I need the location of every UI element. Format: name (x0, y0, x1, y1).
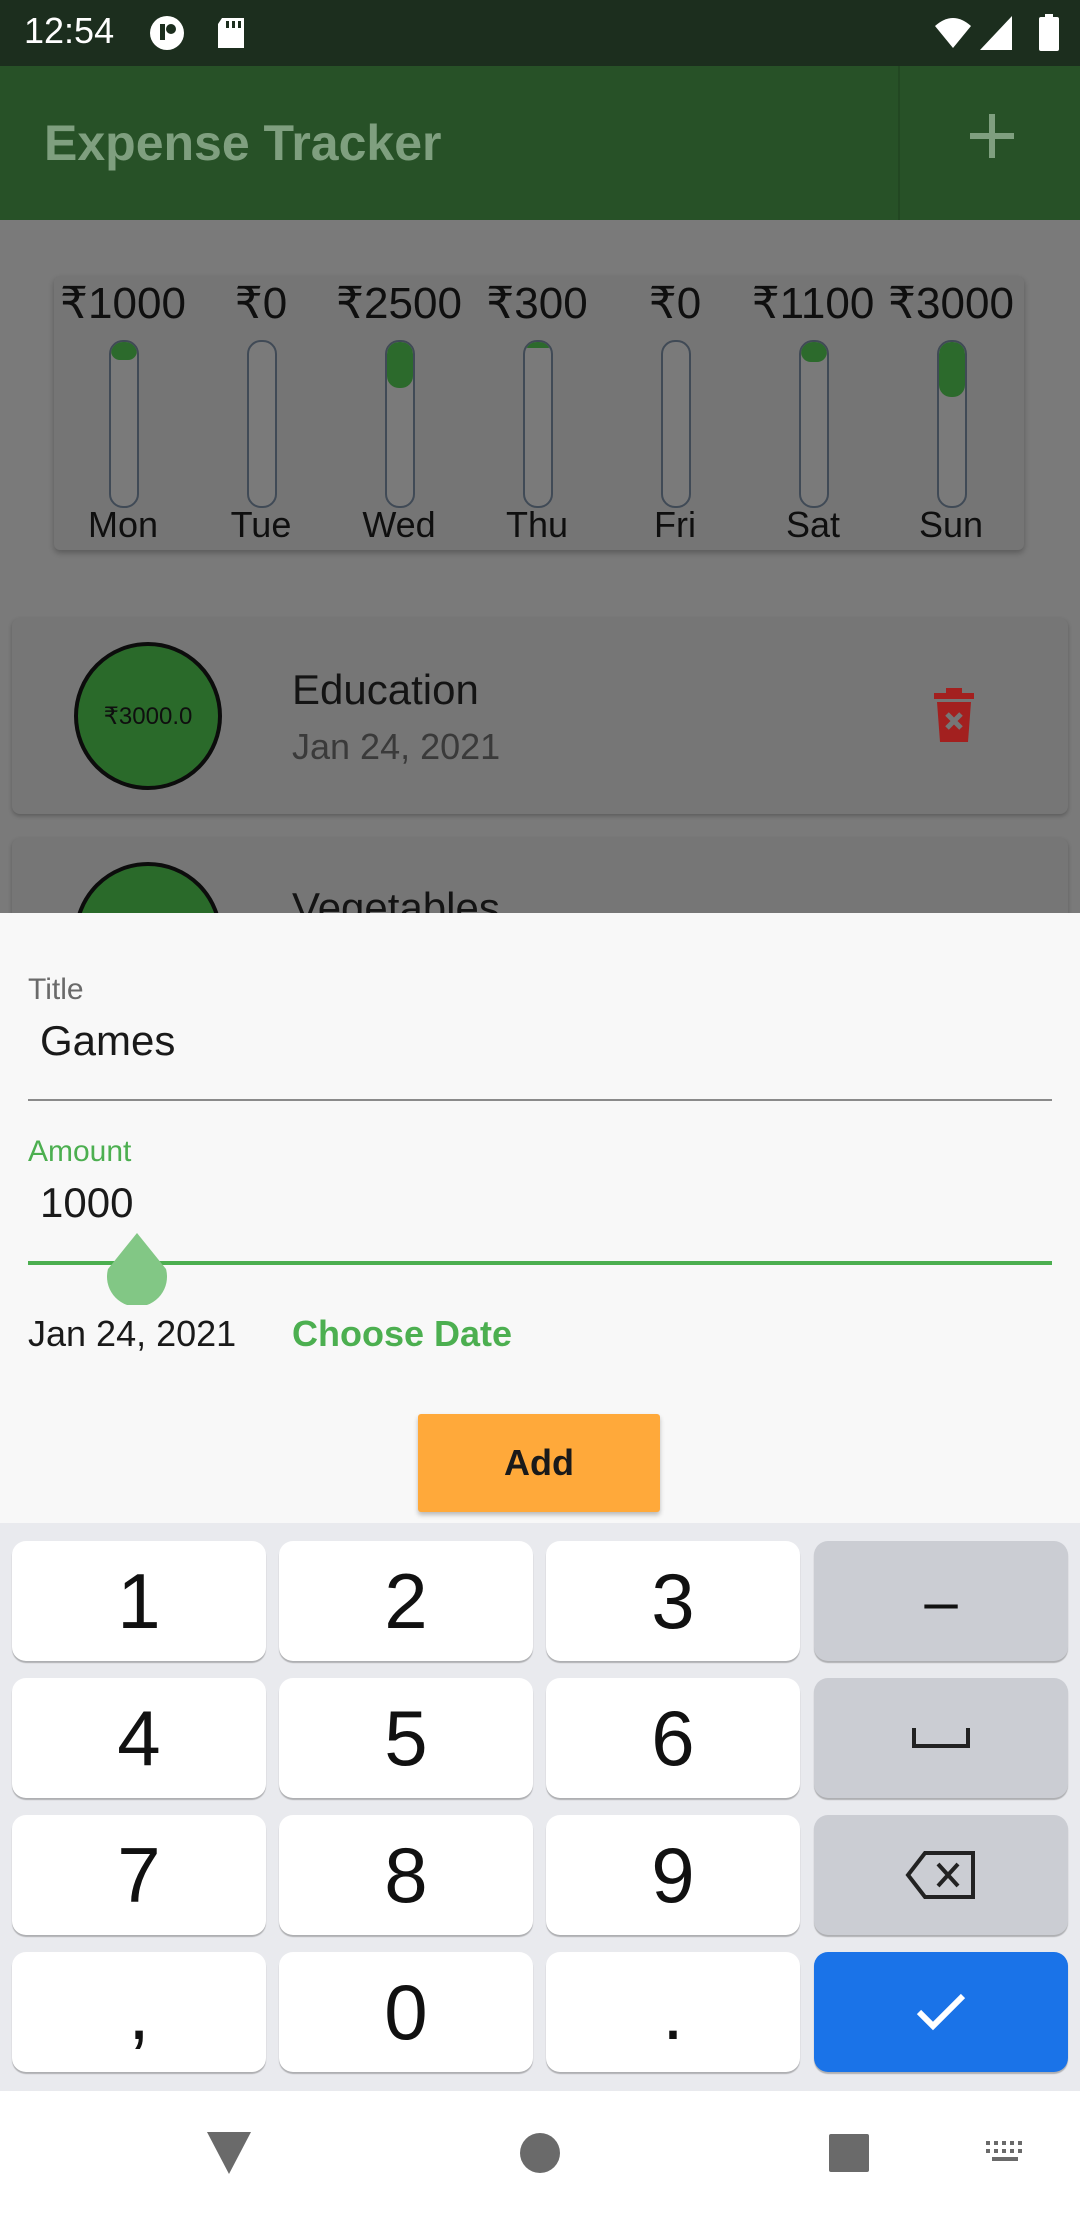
new-transaction-sheet: Title Games Amount 1000 Jan 24, 2021 Cho… (0, 913, 1080, 1523)
bar-day-label: Wed (362, 504, 436, 545)
text-cursor-handle-icon[interactable] (106, 1233, 168, 1305)
bar-fill (801, 342, 827, 362)
bar-amount-label: ₹300 (486, 279, 588, 328)
bar-track (661, 340, 691, 508)
bar-day-label: Mon (87, 504, 159, 545)
transaction-date: Jan 24, 2021 (292, 726, 501, 767)
bar-amount-label: ₹2500 (336, 279, 462, 328)
numeric-keyboard: 1 2 3 – 4 5 6 7 8 9 , 0 . (0, 1523, 1080, 2091)
key-backspace[interactable] (814, 1815, 1068, 1935)
status-time: 12:54 (24, 10, 115, 51)
bar-track (523, 340, 553, 508)
keyboard-switch-icon[interactable] (984, 2139, 1028, 2167)
amount-underline (28, 1261, 1052, 1265)
transaction-card[interactable]: Vegetables (12, 838, 1068, 913)
bar-track (385, 340, 415, 508)
key-2[interactable]: 2 (279, 1541, 533, 1661)
bar-column-mon: ₹1000 Mon (54, 276, 192, 550)
key-comma[interactable]: , (12, 1952, 266, 2072)
add-icon[interactable] (964, 108, 1020, 164)
bar-amount-label: ₹3000 (888, 279, 1014, 328)
key-0[interactable]: 0 (279, 1952, 533, 2072)
key-minus[interactable]: – (814, 1541, 1068, 1661)
bar-column-tue: ₹0 Tue (192, 276, 330, 550)
key-8[interactable]: 8 (279, 1815, 533, 1935)
delete-icon[interactable] (932, 688, 976, 742)
bar-day-label: Fri (654, 504, 696, 545)
bar-fill (387, 342, 413, 388)
key-6[interactable]: 6 (546, 1678, 800, 1798)
bar-amount-label: ₹1100 (751, 279, 875, 328)
space-bar-icon (912, 1728, 970, 1748)
app-bar: Expense Tracker (0, 66, 1080, 220)
bar-fill (939, 342, 965, 397)
bar-amount-label: ₹0 (648, 279, 702, 328)
bar-fill (525, 342, 551, 348)
amount-input[interactable]: 1000 (40, 1179, 133, 1227)
transaction-title: Vegetables (292, 884, 500, 913)
bar-day-label: Sat (785, 504, 841, 545)
title-input[interactable]: Games (40, 1017, 175, 1065)
app-notification-icon (150, 16, 184, 50)
bar-column-sat: ₹1100 Sat (744, 276, 882, 550)
app-bar-divider (898, 66, 900, 220)
key-done[interactable] (814, 1952, 1068, 2072)
key-3[interactable]: 3 (546, 1541, 800, 1661)
amount-label: Amount (28, 1135, 132, 1168)
selected-date: Jan 24, 2021 (28, 1313, 237, 1354)
key-1[interactable]: 1 (12, 1541, 266, 1661)
key-9[interactable]: 9 (546, 1815, 800, 1935)
key-7[interactable]: 7 (12, 1815, 266, 1935)
bar-day-label: Tue (230, 504, 292, 545)
key-5[interactable]: 5 (279, 1678, 533, 1798)
bar-day-label: Sun (918, 504, 984, 545)
expense-content: ₹1000 Mon ₹0 Tue ₹2500 Wed ₹300 Thu ₹0 Fri ₹1100 Sa… (0, 220, 1080, 913)
title-label: Title (28, 973, 84, 1006)
app-title: Expense Tracker (44, 115, 442, 171)
title-underline (28, 1099, 1052, 1101)
home-icon[interactable] (518, 2131, 562, 2175)
signal-icon (980, 16, 1012, 50)
bar-fill (111, 342, 137, 360)
transaction-card[interactable]: ₹3000.0 Education Jan 24, 2021 (12, 618, 1068, 814)
recents-icon[interactable] (828, 2133, 870, 2173)
bar-amount-label: ₹1000 (60, 279, 186, 328)
amount-avatar: ₹3000.0 (74, 642, 222, 790)
battery-icon (1039, 14, 1059, 51)
amount-avatar (74, 862, 222, 913)
wifi-icon (935, 18, 971, 48)
checkmark-icon (916, 1993, 966, 2031)
add-button[interactable]: Add (418, 1414, 660, 1512)
bar-day-label: Thu (505, 504, 569, 545)
bar-column-sun: ₹3000 Sun (882, 276, 1020, 550)
backspace-icon (905, 1851, 975, 1899)
weekly-chart: ₹1000 Mon ₹0 Tue ₹2500 Wed ₹300 Thu ₹0 Fri ₹1100 Sa… (54, 276, 1024, 550)
bar-track (109, 340, 139, 508)
transaction-title: Education (292, 666, 479, 713)
bar-track (937, 340, 967, 508)
bar-amount-label: ₹0 (234, 279, 288, 328)
bar-column-fri: ₹0 Fri (606, 276, 744, 550)
bar-column-wed: ₹2500 Wed (330, 276, 468, 550)
bar-column-thu: ₹300 Thu (468, 276, 606, 550)
navigation-bar (0, 2091, 1080, 2220)
bar-track (799, 340, 829, 508)
key-4[interactable]: 4 (12, 1678, 266, 1798)
back-icon[interactable] (206, 2131, 252, 2175)
key-period[interactable]: . (546, 1952, 800, 2072)
status-bar: 12:54 (0, 0, 1080, 66)
bar-track (247, 340, 277, 508)
sd-card-icon (218, 18, 244, 48)
choose-date-button[interactable]: Choose Date (292, 1313, 512, 1355)
key-space[interactable] (814, 1678, 1068, 1798)
